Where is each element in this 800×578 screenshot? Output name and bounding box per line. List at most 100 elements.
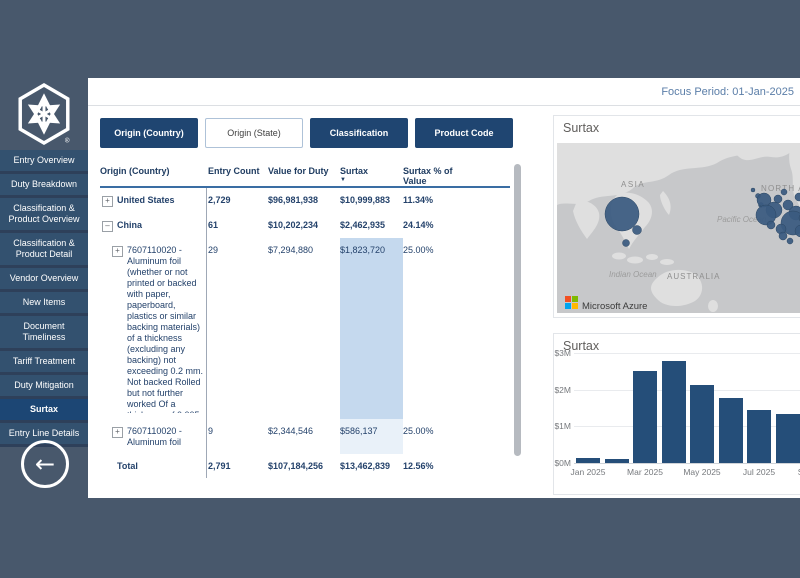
- table-row-7607110020-aluminu[interactable]: + 7607110020 - Aluminum foil 9 $2,344,54…: [100, 419, 478, 454]
- map-bubble-17[interactable]: [779, 232, 787, 240]
- sidebar: ® Entry OverviewDuty BreakdownClassifica…: [0, 0, 88, 578]
- cell-entry-count[interactable]: 2,791: [208, 454, 268, 479]
- table-row-total[interactable]: Total 2,791 $107,184,256 $13,462,839 12.…: [100, 454, 478, 479]
- header-divider: [88, 105, 800, 106]
- sort-descending-icon: ▼: [340, 177, 399, 183]
- cell-surtax-pct[interactable]: 25.00%: [403, 238, 478, 419]
- table-header-row: Origin (Country) Entry Count Value for Dut…: [100, 162, 478, 188]
- sidebar-item-entry-overview[interactable]: Entry Overview: [0, 150, 88, 174]
- origin-country-table: + United States 2,729 $96,981,938 $10,99…: [100, 188, 478, 482]
- expand-toggle-icon[interactable]: +: [102, 196, 113, 207]
- row-label: Total: [117, 461, 138, 473]
- y-axis-label-3m: $3M: [554, 348, 571, 358]
- surtax-bar-chart-card: Surtax $0M$1M$2M$3MJan 2025Mar 2025May 2…: [553, 333, 800, 495]
- sidebar-item-classification-product-overview[interactable]: Classification & Product Overview: [0, 198, 88, 233]
- cell-value-for-duty[interactable]: $2,344,546: [268, 419, 340, 454]
- dashboard-root: ® Entry OverviewDuty BreakdownClassifica…: [0, 0, 800, 578]
- column-header-surtax[interactable]: Surtax▼: [340, 162, 403, 188]
- column-header-origin-country[interactable]: Origin (Country): [100, 162, 208, 188]
- left-arrow-icon: ←: [35, 452, 55, 476]
- row-label: China: [117, 220, 142, 232]
- y-axis-label-1m: $1M: [554, 421, 571, 431]
- x-axis-label-may-2025: May 2025: [678, 467, 726, 477]
- x-axis-label-jul-2025: Jul 2025: [735, 467, 783, 477]
- x-axis-label-mar-2025: Mar 2025: [621, 467, 669, 477]
- cell-surtax-pct[interactable]: 25.00%: [403, 419, 478, 454]
- sidebar-item-duty-breakdown[interactable]: Duty Breakdown: [0, 174, 88, 198]
- cell-value-for-duty[interactable]: $10,202,234: [268, 213, 340, 238]
- registered-mark: ®: [65, 136, 70, 144]
- sidebar-item-document-timeliness[interactable]: Document Timeliness: [0, 316, 88, 351]
- cell-entry-count[interactable]: 2,729: [208, 188, 268, 213]
- map-bubble-3[interactable]: [751, 188, 755, 192]
- column-header-label: Origin (Country): [100, 166, 170, 176]
- expand-toggle-icon[interactable]: –: [102, 221, 113, 232]
- cell-surtax-pct[interactable]: 12.56%: [403, 454, 478, 479]
- table-scrollbar[interactable]: [514, 164, 521, 456]
- bar-jul-2025[interactable]: [747, 410, 771, 463]
- azure-attribution-text: Microsoft Azure: [582, 301, 647, 312]
- map-bubble-1[interactable]: [633, 226, 642, 235]
- cell-origin: Total: [100, 454, 208, 479]
- bar-feb-2025[interactable]: [605, 459, 629, 463]
- map-bubble-16[interactable]: [774, 195, 782, 203]
- cell-surtax[interactable]: $2,462,935: [340, 213, 403, 238]
- map-bubble-15[interactable]: [781, 189, 787, 195]
- cell-surtax[interactable]: $1,823,720: [340, 238, 403, 419]
- expand-toggle-icon[interactable]: +: [112, 246, 123, 257]
- cell-entry-count[interactable]: 29: [208, 238, 268, 419]
- ms-logo-yellow-square: [572, 303, 578, 309]
- bar-apr-2025[interactable]: [662, 361, 686, 463]
- table-column-divider: [206, 188, 207, 478]
- cell-entry-count[interactable]: 61: [208, 213, 268, 238]
- bar-aug-2025[interactable]: [776, 414, 800, 464]
- bar-mar-2025[interactable]: [633, 371, 657, 463]
- table-row-china[interactable]: – China 61 $10,202,234 $2,462,935 24.14%: [100, 213, 478, 238]
- cell-origin: – China: [100, 213, 208, 238]
- column-header-surtax-of-value[interactable]: Surtax % of Value: [403, 162, 478, 188]
- ms-logo-blue-square: [565, 303, 571, 309]
- column-header-entry-count[interactable]: Entry Count: [208, 162, 268, 188]
- sidebar-item-duty-mitigation[interactable]: Duty Mitigation: [0, 375, 88, 399]
- cell-value-for-duty[interactable]: $7,294,880: [268, 238, 340, 419]
- tab-classification[interactable]: Classification: [310, 118, 408, 148]
- gridline-3m: [574, 353, 800, 354]
- map-bubble-2[interactable]: [623, 240, 630, 247]
- x-axis-label-sep-2025: Sep 2025: [792, 467, 800, 477]
- cell-surtax[interactable]: $13,462,839: [340, 454, 403, 479]
- sidebar-item-tariff-treatment[interactable]: Tariff Treatment: [0, 351, 88, 375]
- map-bubble-0[interactable]: [605, 197, 639, 231]
- sidebar-item-new-items[interactable]: New Items: [0, 292, 88, 316]
- expand-toggle-icon[interactable]: +: [112, 427, 123, 438]
- map-bubble-13[interactable]: [767, 221, 775, 229]
- cell-entry-count[interactable]: 9: [208, 419, 268, 454]
- sidebar-nav: Entry OverviewDuty BreakdownClassificati…: [0, 150, 88, 447]
- map-bubble-18[interactable]: [787, 238, 793, 244]
- bar-jan-2025[interactable]: [576, 458, 600, 463]
- tab-origin-state[interactable]: Origin (State): [205, 118, 303, 148]
- cell-surtax-pct[interactable]: 11.34%: [403, 188, 478, 213]
- sidebar-item-vendor-overview[interactable]: Vendor Overview: [0, 268, 88, 292]
- sidebar-item-classification-product-detail[interactable]: Classification & Product Detail: [0, 233, 88, 268]
- column-header-label: Surtax: [340, 166, 368, 176]
- bar-jun-2025[interactable]: [719, 398, 743, 463]
- sidebar-item-surtax[interactable]: Surtax: [0, 399, 88, 423]
- column-header-value-for-duty[interactable]: Value for Duty: [268, 162, 340, 188]
- table-row-7607110020-aluminu[interactable]: + 7607110020 - Aluminum foil (whether or…: [100, 238, 478, 419]
- cell-surtax-pct[interactable]: 24.14%: [403, 213, 478, 238]
- cell-surtax[interactable]: $10,999,883: [340, 188, 403, 213]
- cell-value-for-duty[interactable]: $107,184,256: [268, 454, 340, 479]
- bar-may-2025[interactable]: [690, 385, 714, 463]
- tab-origin-country[interactable]: Origin (Country): [100, 118, 198, 148]
- map-label-asia: ASIA: [621, 180, 645, 189]
- map-label-australia: AUSTRALIA: [667, 272, 720, 281]
- column-header-label: Value for Duty: [268, 166, 329, 176]
- surtax-map-card: Surtax ASIA: [553, 115, 800, 318]
- cell-origin: + United States: [100, 188, 208, 213]
- table-row-united-states[interactable]: + United States 2,729 $96,981,938 $10,99…: [100, 188, 478, 213]
- tab-product-code[interactable]: Product Code: [415, 118, 513, 148]
- cell-value-for-duty[interactable]: $96,981,938: [268, 188, 340, 213]
- column-header-label: Entry Count: [208, 166, 260, 176]
- back-button[interactable]: ←: [21, 440, 69, 488]
- cell-surtax[interactable]: $586,137: [340, 419, 403, 454]
